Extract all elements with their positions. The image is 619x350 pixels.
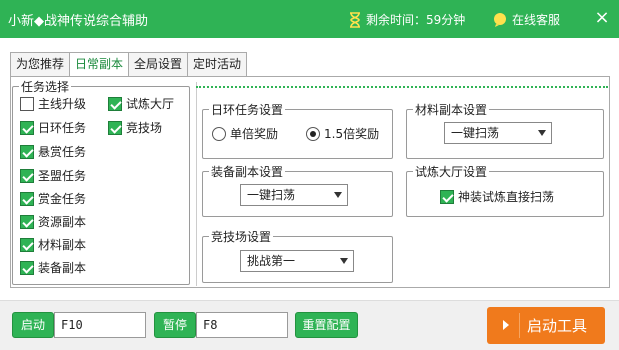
checkbox-box (20, 191, 34, 206)
checkbox-label: 装备副本 (38, 261, 87, 275)
checkbox-reward[interactable]: 赏金任务 (20, 190, 86, 207)
checkbox-equipment-dungeon[interactable]: 装备副本 (20, 259, 86, 276)
radio-circle (212, 126, 226, 141)
checkbox-resource-dungeon[interactable]: 资源副本 (20, 213, 86, 230)
checkbox-box (20, 120, 34, 135)
checkbox-label: 圣盟任务 (38, 169, 87, 183)
tab-recommend[interactable]: 为您推荐 (10, 52, 71, 77)
tab-daily-dungeon[interactable]: 日常副本 (70, 52, 130, 77)
button-separator (519, 313, 520, 338)
material-dungeon-select[interactable]: 一键扫荡 (444, 122, 552, 144)
app-title: 小新◆战神传说综合辅助 (8, 14, 148, 29)
start-hotkey-button[interactable]: 启动 (12, 312, 54, 338)
checkbox-label: 神装试炼直接扫荡 (458, 190, 555, 204)
checkbox-box (20, 168, 34, 183)
material-dungeon-settings-title: 材料副本设置 (415, 103, 488, 117)
chevron-down-icon (340, 258, 348, 264)
tab-timed-events[interactable]: 定时活动 (188, 52, 248, 77)
tab-global-settings[interactable]: 全局设置 (129, 52, 189, 77)
checkbox-material-dungeon[interactable]: 材料副本 (20, 236, 86, 253)
start-hotkey-field[interactable]: F10 (54, 312, 146, 338)
arena-select[interactable]: 挑战第一 (240, 250, 354, 272)
select-value: 挑战第一 (247, 254, 296, 268)
checkbox-box (440, 189, 454, 204)
select-value: 一键扫荡 (451, 126, 500, 140)
radio-1-5x-reward[interactable]: 1.5倍奖励 (306, 125, 379, 142)
title-bar: 小新◆战神传说综合辅助 剩余时间：59分钟 在线客服 × (0, 0, 619, 38)
online-service-link[interactable]: 在线客服 (492, 11, 560, 28)
radio-label: 单倍奖励 (230, 127, 279, 141)
checkbox-box (20, 96, 34, 111)
timer-text: 剩余时间：59分钟 (366, 13, 466, 27)
chat-bubble-icon (494, 12, 506, 27)
checkbox-box (108, 120, 122, 135)
task-selection-title: 任务选择 (21, 80, 70, 94)
play-icon (503, 320, 509, 330)
hourglass-icon (350, 11, 360, 28)
pause-hotkey-field[interactable]: F8 (196, 312, 288, 338)
checkbox-daily-ring[interactable]: 日环任务 (20, 119, 86, 136)
checkbox-box (20, 144, 34, 159)
checkbox-label: 资源副本 (38, 215, 87, 229)
checkbox-label: 竞技场 (126, 121, 163, 135)
checkbox-main-quest[interactable]: 主线升级 (20, 95, 86, 112)
checkbox-label: 悬赏任务 (38, 145, 87, 159)
close-icon: × (594, 7, 610, 28)
equipment-dungeon-select[interactable]: 一键扫荡 (240, 184, 348, 206)
divider (196, 86, 608, 88)
daily-ring-settings-title: 日环任务设置 (211, 103, 284, 117)
arena-settings-title: 竞技场设置 (211, 230, 272, 244)
close-button[interactable]: × (592, 8, 612, 28)
checkbox-label: 赏金任务 (38, 192, 87, 206)
launch-tool-button[interactable]: 启动工具 (487, 307, 605, 344)
trial-hall-settings-title: 试炼大厅设置 (415, 165, 488, 179)
checkbox-box (20, 237, 34, 252)
equipment-dungeon-settings-title: 装备副本设置 (211, 165, 284, 179)
chevron-down-icon (538, 130, 546, 136)
checkbox-label: 材料副本 (38, 238, 87, 252)
radio-circle (306, 126, 320, 141)
checkbox-trial-sweep[interactable]: 神装试炼直接扫荡 (440, 188, 554, 205)
select-value: 一键扫荡 (247, 188, 296, 202)
tab-bar: 为您推荐 日常副本 全局设置 定时活动 (10, 52, 248, 77)
checkbox-box (108, 96, 122, 111)
checkbox-arena[interactable]: 竞技场 (108, 119, 162, 136)
checkbox-trial-hall[interactable]: 试炼大厅 (108, 95, 174, 112)
checkbox-box (20, 214, 34, 229)
checkbox-box (20, 260, 34, 275)
launch-tool-label: 启动工具 (527, 317, 588, 335)
checkbox-label: 主线升级 (38, 97, 87, 111)
reset-config-button[interactable]: 重置配置 (295, 312, 358, 338)
checkbox-bounty[interactable]: 悬赏任务 (20, 143, 86, 160)
remaining-time: 剩余时间：59分钟 (348, 11, 465, 28)
service-text: 在线客服 (512, 13, 561, 27)
checkbox-label: 日环任务 (38, 121, 87, 135)
pause-hotkey-button[interactable]: 暂停 (154, 312, 196, 338)
checkbox-alliance[interactable]: 圣盟任务 (20, 167, 86, 184)
checkbox-label: 试炼大厅 (126, 97, 175, 111)
radio-single-reward[interactable]: 单倍奖励 (212, 125, 278, 142)
radio-label: 1.5倍奖励 (324, 127, 380, 141)
chevron-down-icon (334, 192, 342, 198)
